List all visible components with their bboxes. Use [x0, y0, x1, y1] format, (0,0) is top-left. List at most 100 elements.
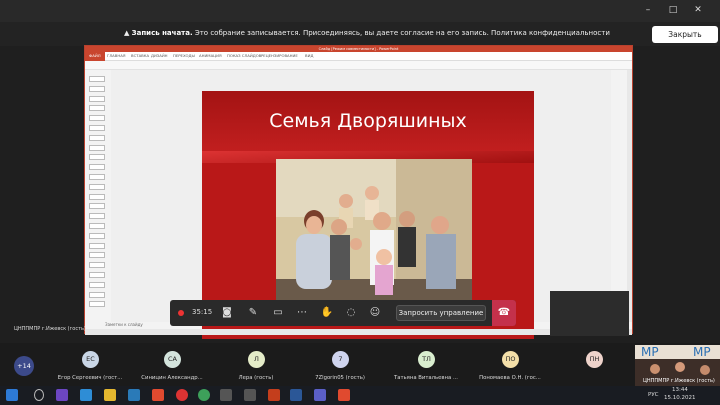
banner-title: Запись начата.	[131, 29, 193, 37]
minimize-button[interactable]: –	[640, 3, 656, 17]
hang-up-button[interactable]: ☎	[492, 300, 516, 326]
meeting-control-bar: 35:15 ◙ ✎ ▭ ⋯ ✋ ◌ ☺ Запросить управление…	[170, 300, 516, 326]
app-icon[interactable]	[56, 389, 68, 401]
meeting-timer: 35:15	[192, 308, 213, 316]
slide-thumbnail[interactable]	[89, 164, 105, 171]
more-participants-button[interactable]: +14	[14, 356, 34, 376]
svg-text:МР: МР	[693, 345, 711, 359]
ribbon-tab[interactable]: АНИМАЦИЯ	[199, 53, 222, 58]
opera-icon[interactable]	[176, 389, 188, 401]
word-icon[interactable]	[290, 389, 302, 401]
slide-thumbnail[interactable]	[89, 242, 105, 249]
participant-name: Лера (гость)	[238, 375, 274, 381]
slide-thumbnail[interactable]	[89, 203, 105, 210]
slide-thumbnail[interactable]	[89, 213, 105, 220]
yandex-icon[interactable]	[152, 389, 164, 401]
avatar: ПО	[502, 351, 519, 368]
room-video-tile: МР МР ЦНППМПР г.Ижевск (гость)	[635, 345, 720, 386]
avatar: ЕС	[82, 351, 99, 368]
ribbon-tab[interactable]: ФАЙЛ	[85, 52, 105, 61]
slide-thumbnail[interactable]	[89, 95, 105, 102]
ribbon-tab[interactable]: ГЛАВНАЯ	[107, 53, 125, 58]
more-options-icon[interactable]: ⋯	[295, 306, 309, 320]
maximize-button[interactable]: □	[665, 3, 681, 17]
slide-thumbnail[interactable]	[89, 301, 105, 308]
share-screen-icon[interactable]: ▭	[271, 306, 285, 320]
family-photo	[276, 159, 472, 321]
slide-thumbnail[interactable]	[89, 193, 105, 200]
slide-thumbnail[interactable]	[89, 154, 105, 161]
window-titlebar: – □ ✕	[0, 0, 720, 22]
browser-icon[interactable]	[80, 389, 92, 401]
avatar: 7	[332, 351, 349, 368]
slide-thumbnail[interactable]	[89, 134, 105, 141]
svg-text:МР: МР	[641, 345, 659, 359]
chrome-icon[interactable]	[198, 389, 210, 401]
clock-date[interactable]: 15.10.2021	[664, 395, 696, 401]
slide-thumbnail[interactable]	[89, 76, 105, 82]
start-icon[interactable]	[6, 389, 18, 401]
ribbon-tab[interactable]: ПОКАЗ СЛАЙДОВ	[227, 53, 261, 58]
slide-thumbnail[interactable]	[89, 232, 105, 239]
slide-thumbnail[interactable]	[89, 174, 105, 180]
room-label: ЦНППМПР г.Ижевск (гость)	[643, 378, 715, 384]
participant-tile[interactable]: ПО Пономаева О.Н. (гос...	[472, 343, 548, 386]
avatar: Л	[248, 351, 265, 368]
vertical-scrollbar[interactable]	[627, 70, 632, 322]
slide-thumbnail[interactable]	[89, 144, 105, 151]
slide-thumbnail[interactable]	[89, 262, 105, 269]
warning-icon: ▲	[124, 29, 130, 37]
participant-tile[interactable]: ТЛ Татьяна Витальевна ...	[388, 343, 464, 386]
app3-icon[interactable]	[244, 389, 256, 401]
participant-tile[interactable]: Л Лера (гость)	[218, 343, 294, 386]
raise-hand-icon[interactable]: ✋	[320, 306, 334, 320]
slide-thumbnails	[89, 76, 109, 312]
explorer-icon[interactable]	[104, 389, 116, 401]
slide-thumbnail[interactable]	[89, 125, 105, 131]
participants-icon[interactable]: ☺	[368, 306, 382, 320]
ribbon-tab[interactable]: ВСТАВКА	[131, 53, 149, 58]
ppt-ribbon-tabs: ФАЙЛ ГЛАВНАЯ ВСТАВКА ДИЗАЙН ПЕРЕХОДЫ АНИМАЦИЯ…	[85, 52, 632, 61]
participant-tile[interactable]: ПН	[556, 343, 632, 386]
search-icon[interactable]	[34, 389, 44, 401]
mic-off-icon[interactable]: ✎	[246, 306, 260, 320]
mail-icon[interactable]	[128, 389, 140, 401]
slide-thumbnail[interactable]	[89, 291, 105, 298]
participant-tile[interactable]: СА Синицин Александр...	[134, 343, 210, 386]
slide-thumbnail[interactable]	[89, 272, 105, 278]
slide-thumbnail[interactable]	[89, 223, 105, 229]
participants-strip: ЕС Егор Сергеевич (гост... СА Синицин Алекс…	[0, 343, 720, 386]
avatar: СА	[164, 351, 181, 368]
participant-tile[interactable]: ЕС Егор Сергеевич (гост...	[52, 343, 128, 386]
app2-icon[interactable]	[220, 389, 232, 401]
local-video-label: ЦНППМПР г.Ижевск (гость)	[14, 326, 86, 332]
yandex2-icon[interactable]	[338, 389, 350, 401]
slide-thumbnail[interactable]	[89, 115, 105, 122]
windows-taskbar: РУС 13:44 15.10.2021	[0, 386, 720, 405]
ribbon-tab[interactable]: ВИД	[305, 53, 313, 58]
powerpoint-icon[interactable]	[268, 389, 280, 401]
slide-thumbnail[interactable]	[89, 183, 105, 190]
slide-thumbnail[interactable]	[89, 252, 105, 259]
recording-banner: ▲ Запись начата. Это собрание записывает…	[0, 22, 720, 46]
slide-thumbnail[interactable]	[89, 105, 105, 112]
close-banner-button[interactable]: Закрыть	[652, 26, 718, 43]
camera-off-icon[interactable]: ◙	[220, 306, 234, 320]
teams-icon[interactable]	[314, 389, 326, 401]
slide-editor-area: Семья Дворяшиных	[111, 70, 611, 339]
participant-tile[interactable]: 7 7Zlgorin05 (гость)	[302, 343, 378, 386]
ribbon-tab[interactable]: ДИЗАЙН	[151, 53, 168, 58]
notes-placeholder[interactable]: Заметки к слайду	[105, 322, 143, 327]
participant-name: Пономаева О.Н. (гос...	[479, 375, 541, 381]
close-window-button[interactable]: ✕	[690, 3, 706, 17]
chat-icon[interactable]: ◌	[344, 306, 358, 320]
language-indicator[interactable]: РУС	[648, 392, 659, 398]
ppt-toolbar	[85, 61, 632, 70]
slide-thumbnail[interactable]	[89, 85, 105, 92]
slide-thumbnail[interactable]	[89, 281, 105, 288]
avatar: ТЛ	[418, 351, 435, 368]
request-control-button[interactable]: Запросить управление	[396, 305, 486, 321]
clock-time[interactable]: 13:44	[672, 387, 688, 393]
ribbon-tab[interactable]: РЕЦЕНЗИРОВАНИЕ	[261, 53, 298, 58]
ribbon-tab[interactable]: ПЕРЕХОДЫ	[173, 53, 195, 58]
